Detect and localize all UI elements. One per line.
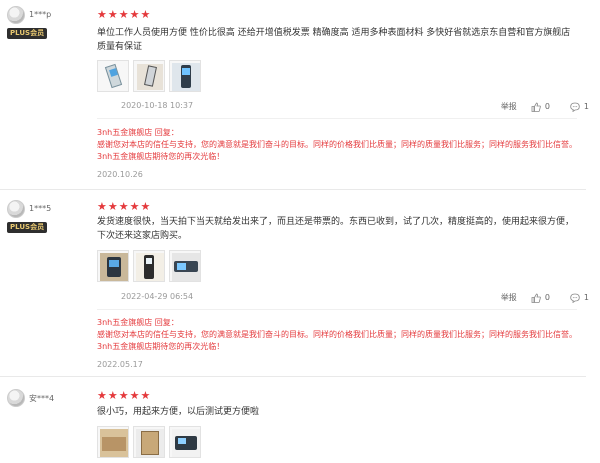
- store-name[interactable]: 3nh五金旗舰店: [97, 128, 152, 137]
- star-icon: ★: [129, 389, 140, 402]
- review-item: 1***5 PLUS会员 ★ ★ ★ ★ ★ 发货速度很快，当天拍下当天就给发出…: [0, 190, 600, 377]
- review-image-thumbnail[interactable]: [169, 250, 201, 282]
- reply-date: 2020.10.26: [97, 170, 143, 179]
- review-content: 很小巧，用起来方便，以后测试更方便啦: [97, 407, 260, 417]
- star-rating: ★ ★ ★ ★ ★: [97, 201, 150, 212]
- star-icon: ★: [107, 8, 118, 21]
- thumbs-up-icon: [531, 293, 541, 303]
- review-actions: 举报 0 1: [501, 101, 589, 112]
- reviewer-name[interactable]: 1***5: [29, 204, 51, 213]
- star-rating: ★ ★ ★ ★ ★: [97, 9, 150, 20]
- star-icon: ★: [118, 389, 129, 402]
- review-content: 发货速度很快，当天拍下当天就给发出来了，而且还是带票的。东西已收到，试了几次，精…: [97, 217, 575, 241]
- reply-label: 回复：: [154, 318, 179, 327]
- star-icon: ★: [129, 200, 140, 213]
- star-icon: ★: [140, 389, 151, 402]
- divider: [97, 309, 577, 310]
- thumbs-up-icon: [531, 102, 541, 112]
- review-image-thumbnail[interactable]: [133, 250, 165, 282]
- like-button[interactable]: 0: [531, 102, 550, 112]
- like-button[interactable]: 0: [531, 293, 550, 303]
- merchant-reply: 3nh五金旗舰店 回复： 感谢您对本店的信任与支持，您的满意就是我们奋斗的目标。…: [97, 317, 577, 371]
- like-count: 0: [544, 102, 550, 111]
- star-icon: ★: [97, 200, 107, 213]
- star-icon: ★: [140, 200, 151, 213]
- star-icon: ★: [140, 8, 151, 21]
- review-image-thumbnail[interactable]: [133, 426, 165, 458]
- star-icon: ★: [97, 8, 107, 21]
- review-image-thumbnail[interactable]: [97, 250, 129, 282]
- reply-date: 2022.05.17: [97, 360, 143, 369]
- star-icon: ★: [129, 8, 140, 21]
- review-images: [97, 426, 201, 458]
- star-icon: ★: [107, 389, 118, 402]
- plus-member-badge: PLUS会员: [7, 222, 48, 233]
- comment-bubble-icon: [570, 102, 580, 112]
- reply-label: 回复：: [154, 128, 179, 137]
- review-actions: 举报 0 1: [501, 292, 589, 303]
- like-count: 0: [544, 293, 550, 302]
- store-name[interactable]: 3nh五金旗舰店: [97, 318, 152, 327]
- avatar[interactable]: [7, 389, 25, 407]
- star-icon: ★: [118, 200, 129, 213]
- avatar[interactable]: [7, 200, 25, 218]
- review-images: [97, 60, 201, 92]
- reply-text: 感谢您对本店的信任与支持，您的满意就是我们奋斗的目标。同样的价格我们比质量；同样…: [97, 330, 577, 351]
- review-image-thumbnail[interactable]: [169, 60, 201, 92]
- reply-text: 感谢您对本店的信任与支持，您的满意就是我们奋斗的目标。同样的价格我们比质量；同样…: [97, 140, 577, 161]
- reviewer-name[interactable]: 1***p: [29, 10, 51, 19]
- review-image-thumbnail[interactable]: [133, 60, 165, 92]
- reply-count: 1: [583, 293, 589, 302]
- merchant-reply: 3nh五金旗舰店 回复： 感谢您对本店的信任与支持，您的满意就是我们奋斗的目标。…: [97, 127, 577, 181]
- plus-member-badge: PLUS会员: [7, 28, 48, 39]
- review-date: 2020-10-18 10:37: [121, 101, 194, 110]
- reply-count: 1: [583, 102, 589, 111]
- review-item: 安***4 ★ ★ ★ ★ ★ 很小巧，用起来方便，以后测试更方便啦: [0, 377, 600, 463]
- comment-bubble-icon: [570, 293, 580, 303]
- reply-header: 3nh五金旗舰店 回复：: [97, 317, 577, 329]
- report-link[interactable]: 举报: [501, 101, 517, 112]
- review-item: 1***p PLUS会员 ★ ★ ★ ★ ★ 单位工作人员使用方便 性价比很高 …: [0, 0, 600, 190]
- report-link[interactable]: 举报: [501, 292, 517, 303]
- star-rating: ★ ★ ★ ★ ★: [97, 390, 150, 401]
- divider: [97, 118, 577, 119]
- star-icon: ★: [118, 8, 129, 21]
- reply-button[interactable]: 1: [570, 293, 589, 303]
- review-content: 单位工作人员使用方便 性价比很高 还给开增值税发票 精确度高 适用多种表面材料 …: [97, 28, 571, 52]
- review-date: 2022-04-29 06:54: [121, 292, 194, 301]
- reply-button[interactable]: 1: [570, 102, 589, 112]
- reply-header: 3nh五金旗舰店 回复：: [97, 127, 577, 139]
- review-images: [97, 250, 201, 282]
- review-image-thumbnail[interactable]: [97, 426, 129, 458]
- star-icon: ★: [97, 389, 107, 402]
- avatar[interactable]: [7, 6, 25, 24]
- review-image-thumbnail[interactable]: [97, 60, 129, 92]
- review-image-thumbnail[interactable]: [169, 426, 201, 458]
- reviewer-name[interactable]: 安***4: [29, 393, 54, 404]
- star-icon: ★: [107, 200, 118, 213]
